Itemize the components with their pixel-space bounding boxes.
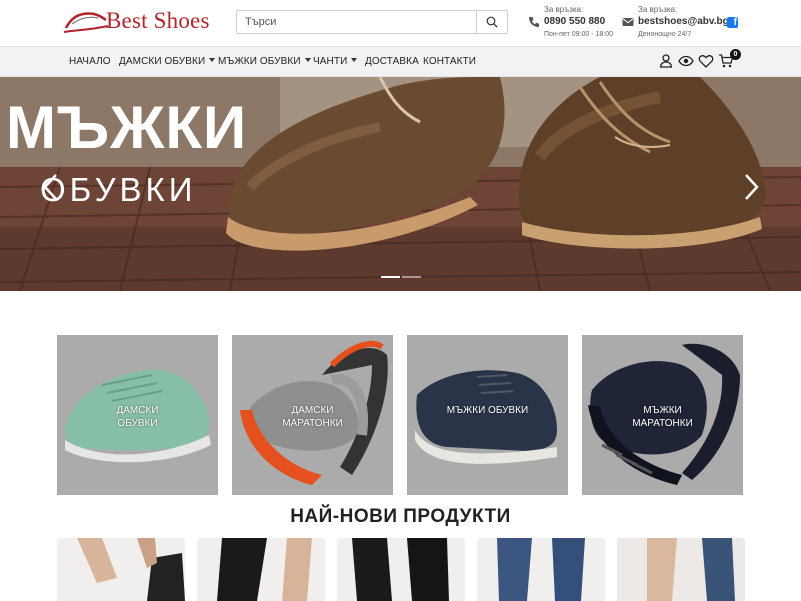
email-address[interactable]: bestshoes@abv.bg (638, 16, 729, 27)
search-box (236, 10, 508, 34)
category-card-women-shoes[interactable]: Дамски обувки (57, 335, 218, 495)
category-label: Мъжки обувки (407, 404, 568, 417)
category-label-line1: Мъжки (643, 405, 682, 416)
phone-icon (529, 17, 539, 27)
nav-item-contacts[interactable]: Контакти (423, 56, 476, 67)
user-icon[interactable] (658, 53, 674, 69)
phone-number[interactable]: 0890 550 880 (544, 16, 605, 27)
logo-text: Best Shoes (106, 8, 210, 33)
category-label: Дамски обувки (57, 404, 218, 430)
product-card[interactable] (197, 538, 325, 601)
nav-item-label: Дамски обувки (119, 56, 206, 67)
search-icon (486, 16, 498, 28)
header: Best Shoes За връзка: 0890 550 880 Пон-п… (0, 0, 801, 46)
logo-shoe-icon (63, 12, 109, 33)
chevron-right-icon[interactable] (741, 173, 761, 201)
slider-dots (381, 276, 421, 279)
caret-down-icon (209, 58, 216, 63)
product-image (497, 538, 585, 601)
facebook-icon[interactable]: f (727, 17, 738, 28)
product-card[interactable] (617, 538, 745, 601)
mail-icon (622, 18, 634, 26)
product-image (647, 538, 735, 601)
heart-icon[interactable] (698, 53, 714, 69)
category-label-line2: маратонки (632, 418, 693, 429)
nav-item-home[interactable]: Начало (69, 56, 111, 67)
product-image (77, 538, 185, 601)
category-label-line1: Дамски (291, 405, 334, 416)
product-card[interactable] (477, 538, 605, 601)
category-label-line1: Мъжки обувки (446, 405, 529, 416)
hero-slider: МЪЖКИ ОБУВКИ (0, 77, 801, 291)
email-hours: Денонощно 24/7 (638, 31, 692, 38)
nav-item-delivery[interactable]: Доставка (365, 56, 419, 67)
logo[interactable]: Best Shoes (62, 6, 227, 38)
slider-dot-active[interactable] (381, 276, 400, 278)
contact-email-label: За връзка: (638, 5, 678, 14)
category-card-men-sneakers[interactable]: Мъжки маратонки (582, 335, 743, 495)
hero-title-line2: ОБУВКИ (40, 171, 197, 208)
product-image (352, 538, 449, 601)
category-label: Дамски маратонки (232, 404, 393, 430)
nav-item-label: Мъжки обувки (218, 56, 301, 67)
search-input[interactable] (237, 11, 477, 33)
slider-dot[interactable] (402, 276, 421, 278)
contact-phone-label: За връзка: (544, 5, 584, 14)
category-label-line2: маратонки (282, 418, 343, 429)
caret-down-icon (351, 58, 358, 63)
caret-down-icon (304, 58, 311, 63)
nav-item-label: Чанти (313, 56, 348, 67)
section-title: НАЙ-НОВИ ПРОДУКТИ (290, 506, 511, 527)
category-card-men-shoes[interactable]: Мъжки обувки (407, 335, 568, 495)
nav-item-women-shoes[interactable]: Дамски обувки (119, 56, 216, 67)
hero-title-line1: МЪЖКИ (6, 94, 248, 161)
main-nav: Начало Дамски обувки Мъжки обувки Чанти … (0, 46, 801, 77)
cart-count-badge: 0 (730, 49, 741, 60)
product-card[interactable] (57, 538, 185, 601)
eye-icon[interactable] (678, 53, 694, 69)
working-hours: Пон-пет 09:00 - 18:00 (544, 31, 613, 38)
category-label-line2: обувки (117, 418, 158, 429)
search-button[interactable] (476, 11, 507, 33)
chevron-left-icon[interactable] (41, 173, 61, 201)
nav-item-bags[interactable]: Чанти (313, 56, 358, 67)
category-label-line1: Дамски (116, 405, 159, 416)
product-card[interactable] (337, 538, 465, 601)
category-card-women-sneakers[interactable]: Дамски маратонки (232, 335, 393, 495)
category-label: Мъжки маратонки (582, 404, 743, 430)
product-image (217, 538, 312, 601)
nav-item-men-shoes[interactable]: Мъжки обувки (218, 56, 311, 67)
